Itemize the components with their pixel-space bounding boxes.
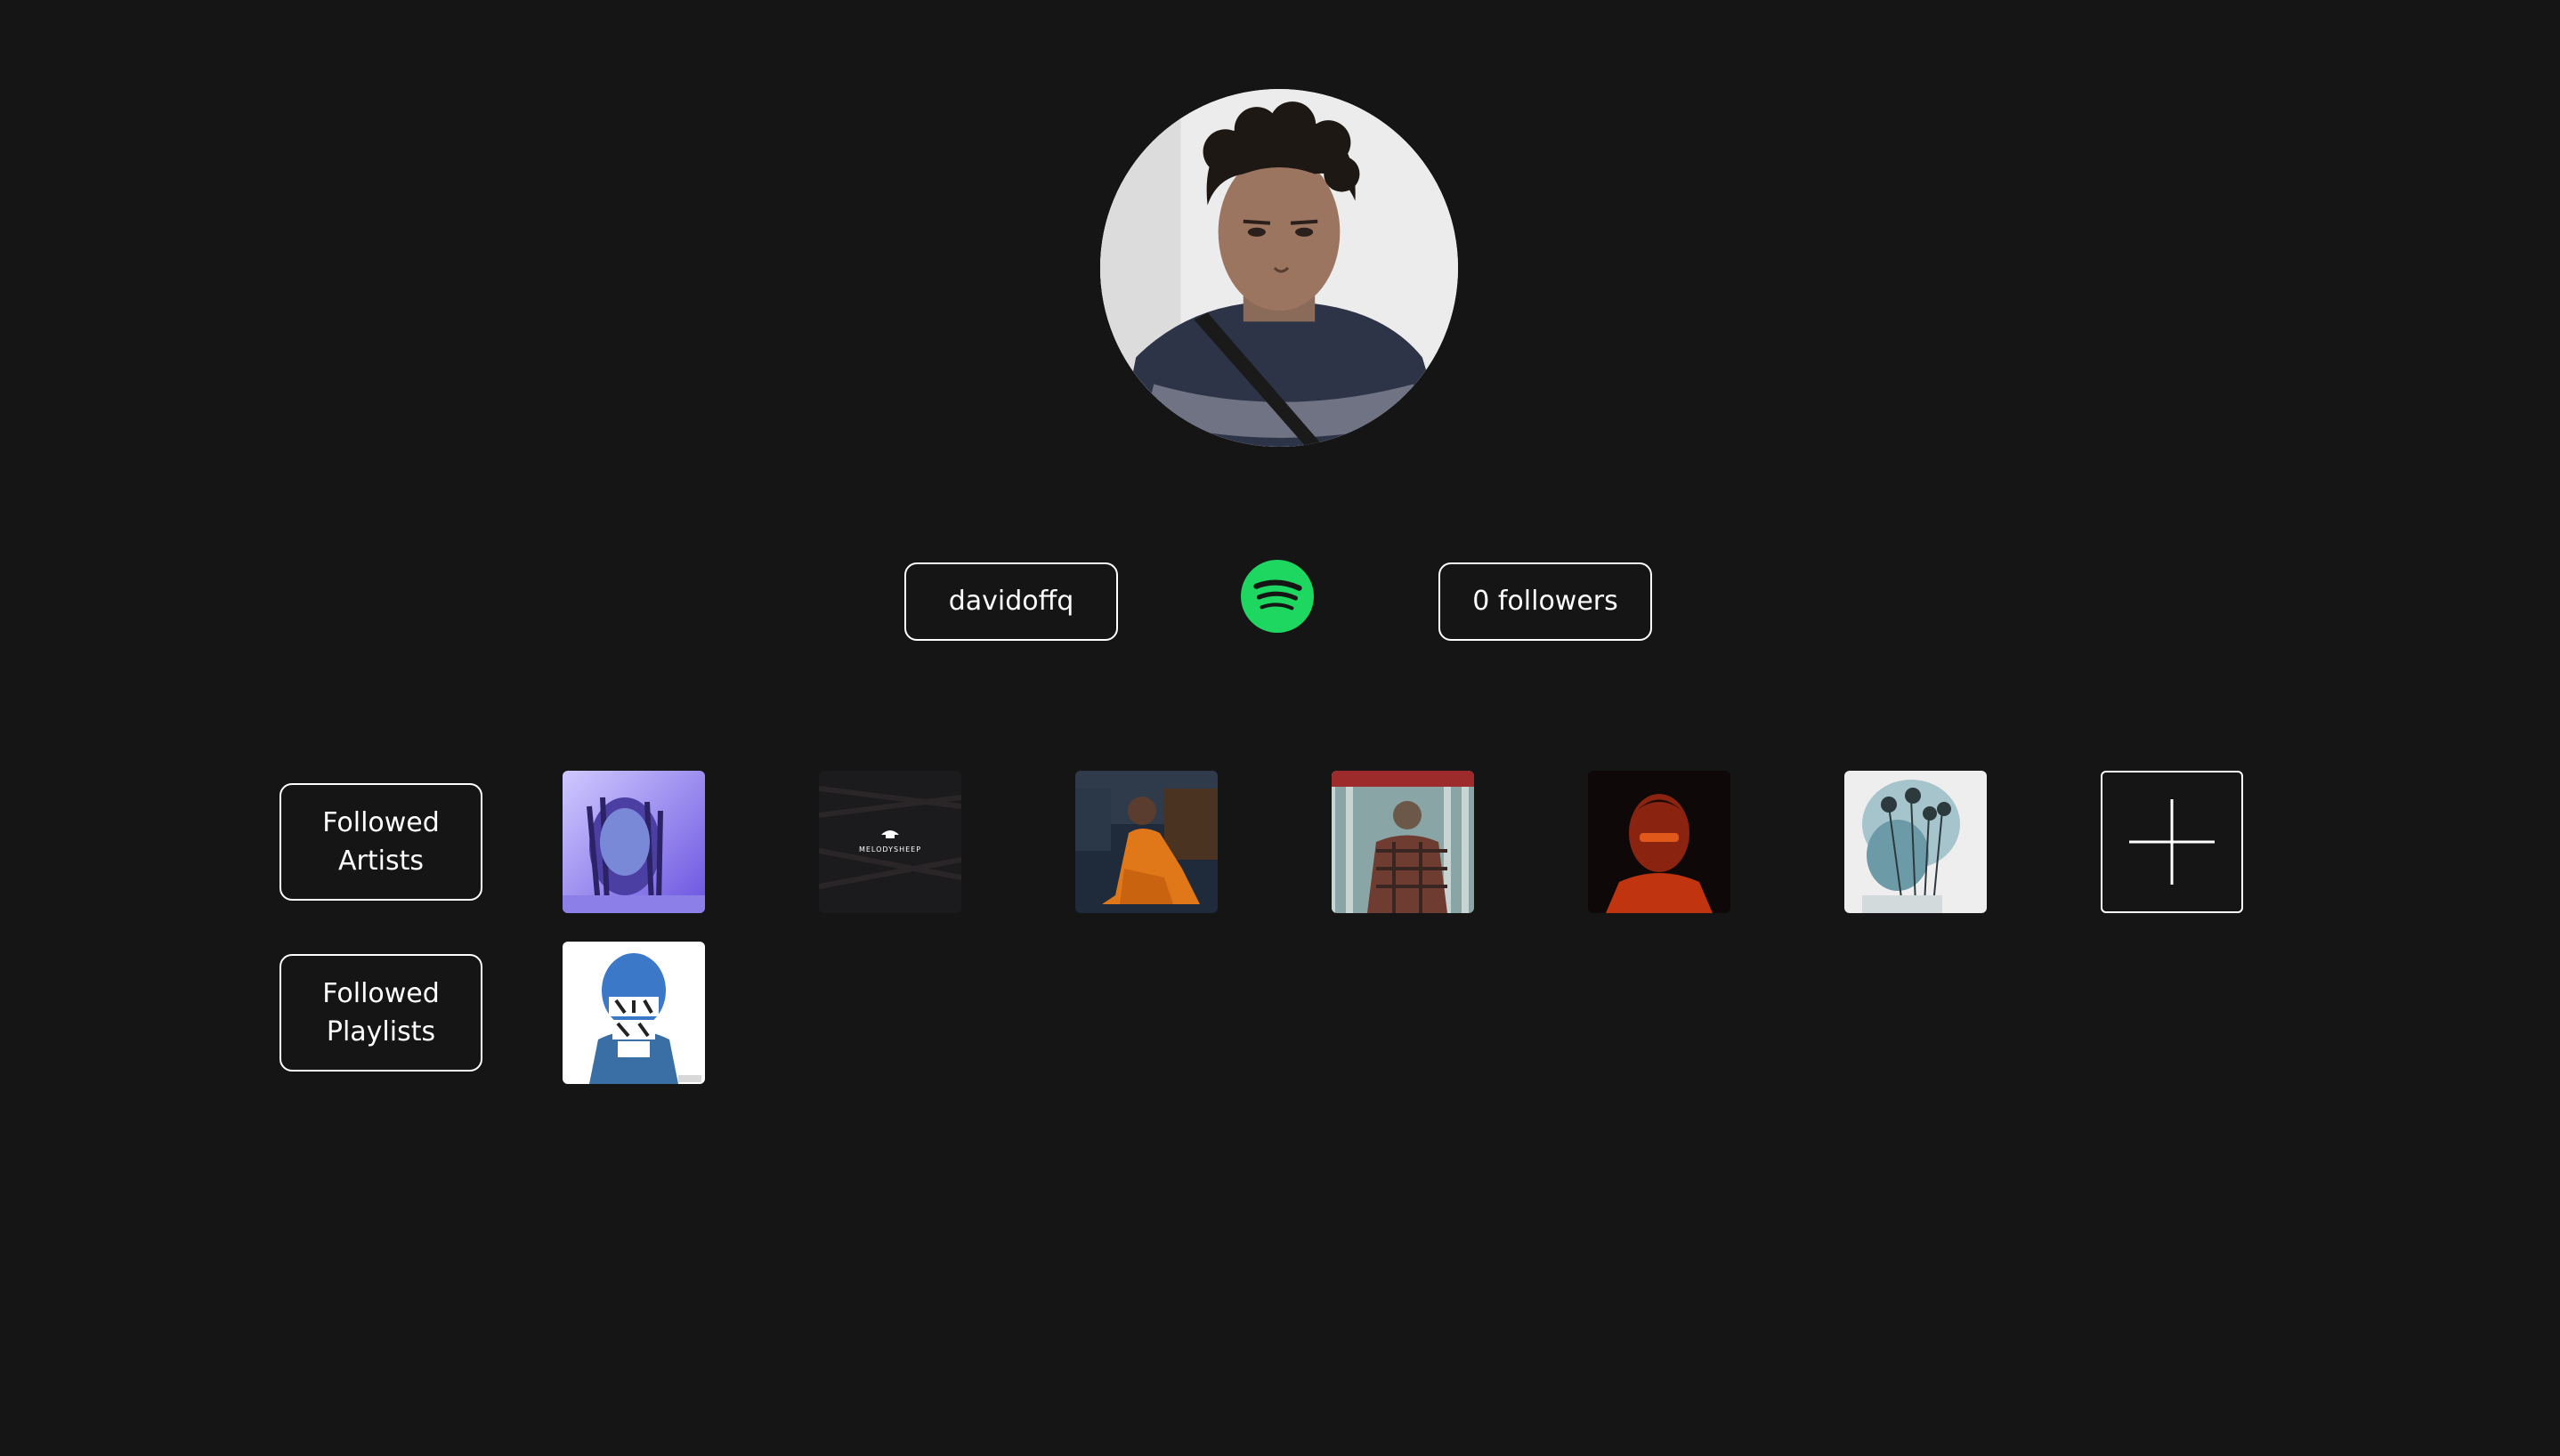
followed-artists-line2: Artists (338, 845, 424, 877)
artist-cover-3-icon (1075, 771, 1218, 913)
followed-artists-button[interactable]: Followed Artists (279, 783, 482, 901)
artist-cover-5-icon (1588, 771, 1730, 913)
username-label: davidoffq (948, 586, 1074, 618)
profile-avatar[interactable] (1100, 89, 1458, 447)
avatar-photo (1100, 89, 1458, 447)
artist-tile[interactable] (1844, 771, 1987, 913)
artist-tile[interactable]: MELODYSHEEP (819, 771, 961, 913)
followers-label: 0 followers (1472, 586, 1618, 618)
add-artist-button[interactable] (2101, 771, 2243, 913)
followed-playlists-button[interactable]: Followed Playlists (279, 954, 482, 1072)
artist-cover-2-icon: MELODYSHEEP (819, 771, 961, 913)
spotify-logo-icon[interactable] (1241, 560, 1314, 633)
artist-tile[interactable] (1588, 771, 1730, 913)
username-badge: davidoffq (904, 562, 1118, 641)
followed-playlists-line2: Playlists (326, 1016, 436, 1048)
followed-playlists-line1: Followed (322, 977, 440, 1009)
artist-tile[interactable] (563, 771, 705, 913)
artist-cover-2-caption: MELODYSHEEP (859, 845, 921, 853)
spotify-icon (1241, 560, 1314, 633)
artist-tile[interactable] (1332, 771, 1474, 913)
artist-cover-4-icon (1332, 771, 1474, 913)
playlist-cover-1-icon (563, 942, 705, 1084)
profile-page: davidoffq 0 followers Followed Artists M… (0, 0, 2560, 1456)
playlist-tile[interactable] (563, 942, 705, 1084)
artist-cover-1-icon (563, 771, 705, 913)
artist-cover-6-icon (1844, 771, 1987, 913)
followed-artists-line1: Followed (322, 806, 440, 838)
followers-badge: 0 followers (1438, 562, 1652, 641)
artist-tile[interactable] (1075, 771, 1218, 913)
